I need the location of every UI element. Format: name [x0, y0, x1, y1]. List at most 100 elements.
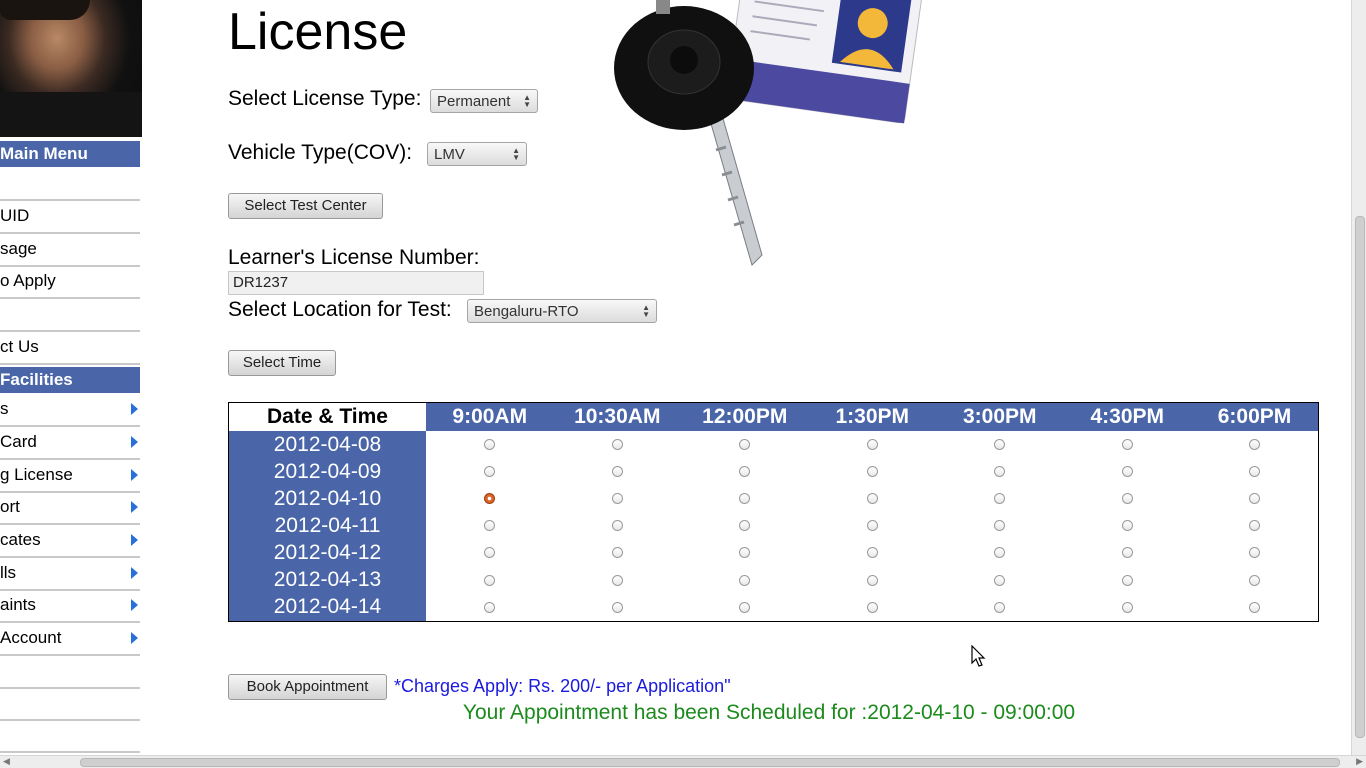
sidebar-item-usage[interactable]: sage — [0, 233, 140, 267]
time-slot-radio[interactable] — [611, 465, 623, 477]
vertical-scrollbar-thumb[interactable] — [1355, 216, 1365, 738]
license-type-select[interactable]: Permanent ▲ ▼ — [430, 89, 538, 113]
date-cell: 2012-04-14 — [228, 593, 426, 622]
time-slot-radio[interactable] — [994, 547, 1006, 559]
time-slot-radio[interactable] — [1121, 520, 1133, 532]
vehicle-type-select[interactable]: LMV ▲ ▼ — [427, 142, 527, 166]
time-slot-radio[interactable] — [739, 547, 751, 559]
facility-item-1[interactable]: s — [0, 393, 140, 427]
time-slot-radio[interactable] — [611, 493, 623, 505]
sidebar-item-how-to-apply[interactable]: o Apply — [0, 265, 140, 299]
time-slot-radio[interactable] — [739, 601, 751, 613]
license-type-label: Select License Type: — [228, 87, 422, 110]
book-appointment-button[interactable]: Book Appointment — [228, 674, 387, 700]
facility-item-certificates-label: cates — [0, 530, 41, 549]
time-slot-radio[interactable] — [739, 465, 751, 477]
horizontal-scrollbar[interactable]: ◀ ▶ — [0, 755, 1366, 768]
slot-cell — [681, 485, 809, 512]
time-slot-radio[interactable] — [1121, 547, 1133, 559]
time-slot-radio[interactable] — [1249, 520, 1260, 532]
slot-cell — [936, 431, 1064, 458]
date-cell: 2012-04-10 — [228, 485, 426, 513]
time-slot-radio[interactable] — [484, 547, 496, 559]
slot-cell — [1064, 540, 1192, 567]
facility-item-account[interactable]: Account — [0, 622, 140, 656]
slot-cell — [1064, 594, 1192, 622]
facility-item-passport[interactable]: ort — [0, 491, 140, 525]
time-slot-radio[interactable] — [1249, 465, 1260, 477]
time-slot-radio-selected[interactable] — [484, 493, 496, 505]
time-slot-radio[interactable] — [484, 574, 496, 586]
car-key-license-illustration — [614, 0, 922, 266]
date-cell: 2012-04-13 — [228, 566, 426, 594]
slot-cell — [936, 458, 1064, 485]
facility-item-certificates[interactable]: cates — [0, 524, 140, 558]
time-slot-radio[interactable] — [739, 493, 751, 505]
time-slot-radio[interactable] — [739, 520, 751, 532]
slot-cell — [554, 512, 682, 539]
time-slot-radio[interactable] — [994, 574, 1006, 586]
sidebar-item-blank[interactable] — [0, 298, 140, 332]
location-select[interactable]: Bengaluru-RTO ▲ ▼ — [467, 299, 657, 323]
sidebar-item-uid[interactable]: UID — [0, 200, 140, 234]
slot-cell — [426, 512, 554, 539]
facility-item-card[interactable]: Card — [0, 426, 140, 460]
scroll-left-icon[interactable]: ◀ — [3, 756, 10, 767]
time-slot-radio[interactable] — [1121, 465, 1133, 477]
sidebar-divider — [0, 719, 140, 721]
time-slot-radio[interactable] — [866, 438, 878, 450]
time-slot-radio[interactable] — [1121, 601, 1133, 613]
time-header: 1:30PM — [808, 402, 936, 431]
chevron-right-icon — [131, 469, 138, 481]
time-slot-radio[interactable] — [866, 465, 878, 477]
time-slot-radio[interactable] — [1249, 493, 1260, 505]
time-slot-radio[interactable] — [1249, 547, 1260, 559]
select-test-center-button[interactable]: Select Test Center — [228, 193, 383, 219]
facility-item-complaints[interactable]: aints — [0, 589, 140, 623]
select-time-button[interactable]: Select Time — [228, 350, 336, 376]
time-slot-radio[interactable] — [739, 438, 751, 450]
time-slot-radio[interactable] — [1121, 438, 1133, 450]
time-slot-radio[interactable] — [1249, 601, 1260, 613]
time-header: 3:00PM — [936, 402, 1064, 431]
slot-cell — [554, 458, 682, 485]
time-slot-radio[interactable] — [484, 520, 496, 532]
time-slot-radio[interactable] — [611, 601, 623, 613]
time-slot-radio[interactable] — [994, 601, 1006, 613]
select-arrows-icon: ▲ ▼ — [512, 146, 520, 162]
facility-item-bills[interactable]: lls — [0, 557, 140, 591]
time-slot-radio[interactable] — [611, 520, 623, 532]
time-slot-radio[interactable] — [866, 547, 878, 559]
time-slot-radio[interactable] — [1121, 493, 1133, 505]
time-slot-radio[interactable] — [611, 547, 623, 559]
time-slot-radio[interactable] — [1121, 574, 1133, 586]
sidebar-item-contact-us[interactable]: ct Us — [0, 331, 140, 365]
time-slot-radio[interactable] — [994, 520, 1006, 532]
time-slot-radio[interactable] — [994, 438, 1006, 450]
time-slot-radio[interactable] — [994, 493, 1006, 505]
time-header: 10:30AM — [553, 402, 681, 431]
time-slot-radio[interactable] — [611, 574, 623, 586]
scroll-right-icon[interactable]: ▶ — [1356, 756, 1363, 767]
time-slot-radio[interactable] — [1249, 438, 1260, 450]
slot-cell — [809, 485, 937, 512]
time-slot-radio[interactable] — [866, 601, 878, 613]
time-slot-radio[interactable] — [866, 493, 878, 505]
time-slot-radio[interactable] — [866, 520, 878, 532]
slot-cell — [681, 512, 809, 539]
time-slot-radio[interactable] — [1249, 574, 1260, 586]
slot-cell — [1191, 594, 1319, 622]
time-slot-radio[interactable] — [484, 438, 496, 450]
learner-license-input[interactable]: DR1237 — [228, 271, 484, 295]
main-menu-header: Main Menu — [0, 141, 140, 167]
vertical-scrollbar[interactable] — [1351, 0, 1366, 756]
time-slot-radio[interactable] — [994, 465, 1006, 477]
time-slot-radio[interactable] — [739, 574, 751, 586]
horizontal-scrollbar-thumb[interactable] — [80, 758, 1340, 767]
time-slot-radio[interactable] — [611, 438, 623, 450]
time-slot-radio[interactable] — [484, 601, 496, 613]
time-slot-radio[interactable] — [866, 574, 878, 586]
facility-item-driving-license[interactable]: g License — [0, 459, 140, 493]
time-slot-radio[interactable] — [484, 465, 496, 477]
table-row: 2012-04-12 — [228, 539, 1319, 567]
